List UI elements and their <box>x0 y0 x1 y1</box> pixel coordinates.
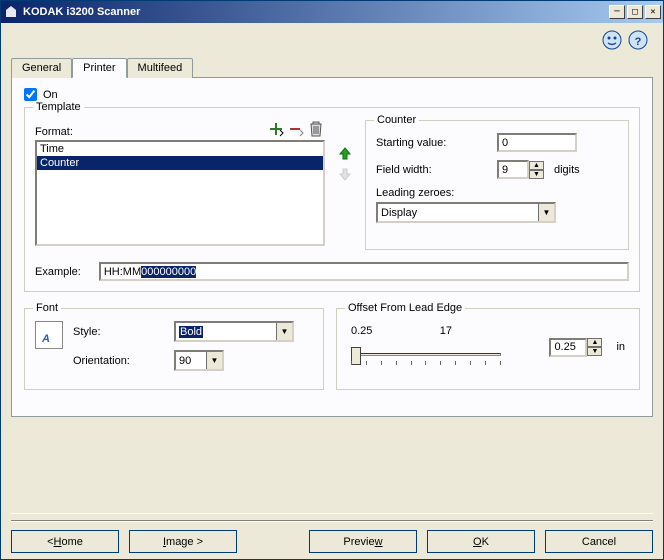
font-preview-icon: A <box>35 321 63 349</box>
offset-slider[interactable] <box>351 339 501 369</box>
field-width-stepper[interactable]: ▲▼ <box>497 160 544 179</box>
window-title: KODAK i3200 Scanner <box>23 6 609 18</box>
scanner-window: KODAK i3200 Scanner ─ □ ✕ ? General Prin… <box>0 0 664 560</box>
ok-button[interactable]: OKOK <box>427 530 535 553</box>
spin-down-icon[interactable]: ▼ <box>529 170 544 179</box>
on-label: On <box>43 89 58 101</box>
font-group-title: Font <box>33 302 61 314</box>
template-group: Template Format: Time <box>24 107 640 292</box>
field-width-label: Field width: <box>376 164 491 176</box>
spin-down-icon[interactable]: ▼ <box>587 347 602 356</box>
add-icon[interactable] <box>267 120 285 138</box>
offset-stepper[interactable]: ▲▼ <box>549 338 602 357</box>
spin-up-icon[interactable]: ▲ <box>529 161 544 170</box>
counter-group: Counter Starting value: Field width: ▲▼ <box>365 120 629 250</box>
titlebar: KODAK i3200 Scanner ─ □ ✕ <box>1 1 663 23</box>
format-listbox[interactable]: Time Counter <box>35 140 325 246</box>
cancel-button[interactable]: Cancel <box>545 530 653 553</box>
leading-zeroes-select[interactable]: Display ▼ <box>376 202 556 223</box>
trash-icon[interactable] <box>307 120 325 138</box>
chevron-down-icon[interactable]: ▼ <box>538 204 554 221</box>
starting-value-input[interactable] <box>497 133 577 152</box>
maximize-button[interactable]: □ <box>627 5 643 19</box>
help-icon[interactable]: ? <box>627 29 649 54</box>
info-icon[interactable] <box>601 29 623 54</box>
on-checkbox[interactable] <box>24 88 37 101</box>
offset-unit: in <box>616 341 625 353</box>
orientation-label: Orientation: <box>73 355 168 367</box>
svg-text:A: A <box>41 333 50 345</box>
image-button[interactable]: Image >Image <box>129 530 237 553</box>
close-button[interactable]: ✕ <box>645 5 661 19</box>
counter-group-title: Counter <box>374 114 419 126</box>
font-style-value: Bold <box>179 326 203 338</box>
remove-icon[interactable] <box>287 120 305 138</box>
preview-button[interactable]: PreviewPreview <box>309 530 417 553</box>
offset-group-title: Offset From Lead Edge <box>345 302 465 314</box>
arrow-down-icon <box>336 166 354 184</box>
offset-value-input[interactable] <box>549 338 587 357</box>
leading-zeroes-value: Display <box>381 207 417 219</box>
offset-group: Offset From Lead Edge 0.25 17 <box>336 308 640 390</box>
field-width-input[interactable] <box>497 160 529 179</box>
format-label: Format: <box>35 126 73 138</box>
chevron-down-icon[interactable]: ▼ <box>276 323 292 340</box>
arrow-up-icon[interactable] <box>336 144 354 162</box>
slider-max-label: 17 <box>440 325 452 337</box>
orientation-value: 90 <box>179 355 191 367</box>
example-label: Example: <box>35 266 81 278</box>
svg-text:?: ? <box>635 36 642 48</box>
tab-general[interactable]: General <box>11 58 72 78</box>
font-style-select[interactable]: Bold ▼ <box>174 321 294 342</box>
footer: < HHomeome Image >Image PreviewPreview O… <box>11 513 653 553</box>
leading-zeroes-label: Leading zeroes: <box>376 187 618 199</box>
minimize-button[interactable]: ─ <box>609 5 625 19</box>
font-group: Font A Style: Bold ▼ <box>24 308 324 390</box>
tab-multifeed[interactable]: Multifeed <box>127 58 194 78</box>
style-label: Style: <box>73 326 168 338</box>
spin-up-icon[interactable]: ▲ <box>587 338 602 347</box>
chevron-down-icon[interactable]: ▼ <box>206 352 222 369</box>
template-group-title: Template <box>33 101 84 113</box>
list-item[interactable]: Counter <box>37 156 323 170</box>
tab-printer[interactable]: Printer <box>72 58 126 78</box>
orientation-select[interactable]: 90 ▼ <box>174 350 224 371</box>
app-icon <box>3 4 19 20</box>
printer-page: On Template Format: <box>11 77 653 417</box>
starting-value-label: Starting value: <box>376 137 491 149</box>
list-item[interactable]: Time <box>37 142 323 156</box>
example-output: HH:MM000000000 <box>99 262 629 281</box>
slider-min-label: 0.25 <box>351 325 372 337</box>
on-checkbox-row[interactable]: On <box>24 88 640 101</box>
tab-bar: General Printer Multifeed <box>11 57 653 77</box>
home-button[interactable]: < HHomeome <box>11 530 119 553</box>
field-width-unit: digits <box>554 164 580 176</box>
